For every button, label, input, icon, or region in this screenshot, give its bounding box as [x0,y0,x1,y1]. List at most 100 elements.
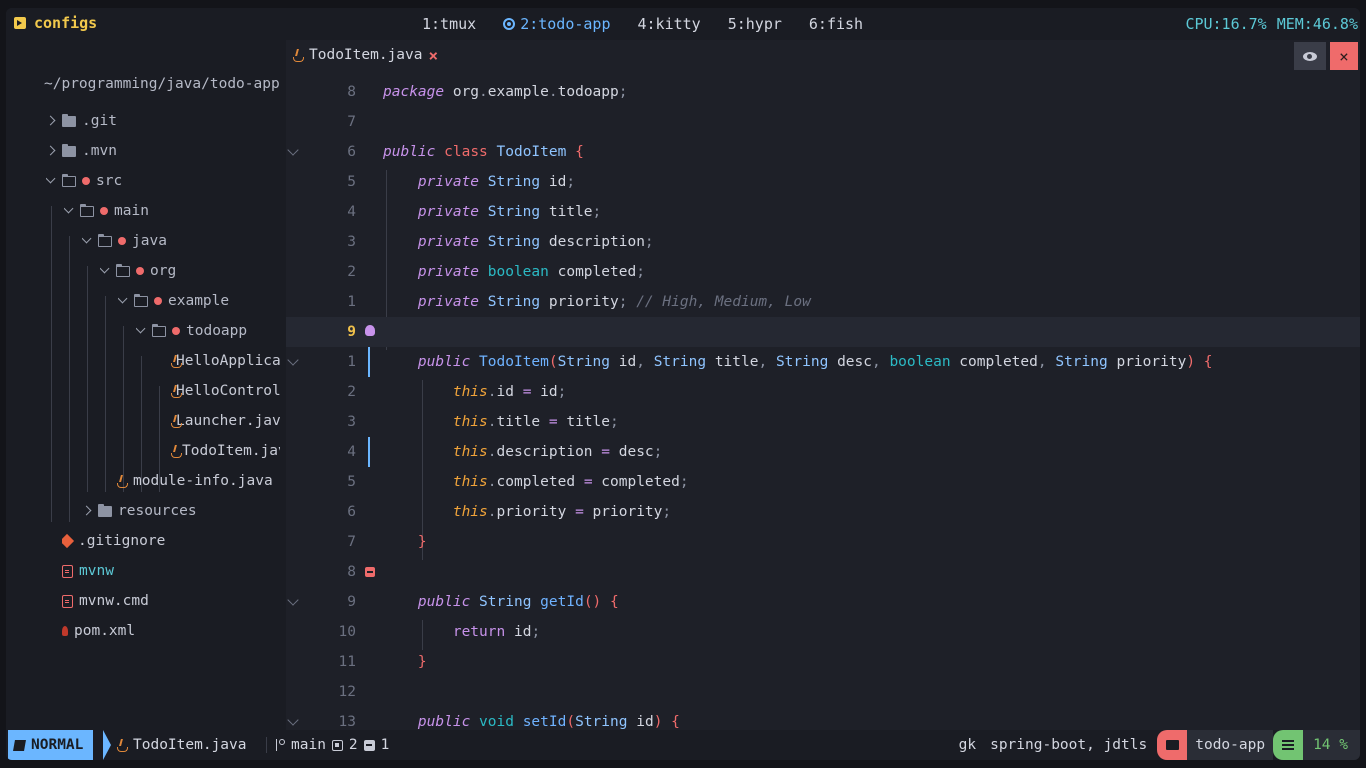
code-line[interactable]: 10 return id; [286,617,1360,647]
session-name: configs [34,14,98,32]
terminal-window: configs 1:tmux 2:todo-app 4:kitty 5:hypr… [6,8,1360,760]
code-text: package org.example.todoapp; [383,84,628,100]
tree-item-label: todoapp [186,323,248,339]
tree-indent-guide [87,266,88,492]
chevron-down-icon [64,206,74,216]
code-text: public TodoItem(String id, String title,… [417,354,1213,370]
file-explorer: ~/programming/java/todo-app .git .mvn sr… [6,40,286,730]
tree-item-git[interactable]: .git [46,110,117,132]
file-icon [62,594,73,608]
code-line[interactable]: 1 private String priority; // High, Medi… [286,287,1360,317]
tree-item-label: resources [118,503,197,519]
tree-item-helloapplication[interactable]: HelloApplication.java [170,350,280,372]
code-action-bulb-icon[interactable] [365,325,375,336]
tree-item-pom[interactable]: pom.xml [62,620,135,642]
code-line[interactable]: 1 public TodoItem(String id, String titl… [286,347,1360,377]
chevron-right-icon [46,116,56,126]
mode-label: NORMAL [31,737,84,753]
git-branch-icon [276,739,285,751]
toggle-visibility-button[interactable] [1294,42,1326,70]
tree-item-main[interactable]: main [64,200,149,222]
status-git-info: main 2 1 [276,730,389,760]
code-text: private boolean completed; [417,264,645,280]
maven-icon [62,626,68,636]
line-number: 9 [347,324,356,340]
tmux-window-fish[interactable]: 6:fish [809,15,863,33]
code-line-current[interactable]: 9 [286,317,1360,347]
code-line[interactable]: 11 } [286,647,1360,677]
code-text: private String title; [417,204,602,220]
code-line[interactable]: 8 package org.example.todoapp; [286,77,1360,107]
line-number: 1 [347,294,356,310]
code-line[interactable]: 2 private boolean completed; [286,257,1360,287]
tree-item-hellocontroller[interactable]: HelloController.java [170,380,280,402]
terminal-icon [14,17,26,29]
code-line[interactable]: 3 private String description; [286,227,1360,257]
code-line[interactable]: 4 this.description = desc; [286,437,1360,467]
tab-close-icon[interactable]: × [429,46,439,65]
active-window-icon [503,18,516,30]
status-right-section: gk spring-boot, jdtls todo-app 14 % [959,730,1360,760]
code-line[interactable]: 6 public class TodoItem { [286,137,1360,167]
java-file-icon [116,475,128,488]
code-line[interactable]: 5 private String id; [286,167,1360,197]
code-text: return id; [452,624,541,640]
tree-indent-guide [51,206,52,522]
tree-item-src[interactable]: src [46,170,122,192]
chevron-down-icon [136,326,146,336]
tree-item-label: .mvn [82,143,117,159]
line-number: 6 [347,504,356,520]
tree-item-label: HelloApplication.java [176,353,280,369]
tree-item-label: .gitignore [78,533,166,549]
code-line[interactable]: 13 public void setId(String id) { [286,707,1360,730]
cpu-usage: CPU:16.7% [1185,15,1267,33]
tmux-session[interactable]: configs [14,14,97,32]
tree-item-launcher[interactable]: Launcher.java [170,410,280,432]
code-line[interactable]: 3 this.title = title; [286,407,1360,437]
folder-open-icon [62,173,76,187]
code-line[interactable]: 5 this.completed = completed; [286,467,1360,497]
folder-icon [62,113,76,127]
tree-item-org[interactable]: org [100,260,176,282]
tmux-window-kitty[interactable]: 4:kitty [638,15,701,33]
tree-item-label: java [132,233,167,249]
code-line[interactable]: 4 private String title; [286,197,1360,227]
line-number: 5 [347,474,356,490]
diagnostic-warning-icon [331,739,343,751]
tmux-window-hypr[interactable]: 5:hypr [728,15,782,33]
code-line[interactable]: 9 public String getId() { [286,587,1360,617]
code-line[interactable]: 7 [286,107,1360,137]
code-line[interactable]: 12 [286,677,1360,707]
chevron-right-icon [82,506,92,516]
close-button[interactable]: × [1330,42,1358,70]
tree-item-java[interactable]: java [82,230,167,252]
tmux-window-todo-app[interactable]: 2:todo-app [503,15,611,33]
code-editor[interactable]: TodoItem.java × × 8 package org.example.t… [286,40,1360,730]
java-file-icon [292,49,304,62]
status-file-label: TodoItem.java [133,737,247,753]
tree-item-todoapp[interactable]: todoapp [136,320,247,342]
code-text: this.title = title; [452,414,619,430]
tab-todoitem[interactable]: TodoItem.java × [292,44,438,66]
code-line[interactable]: 7 } [286,527,1360,557]
tree-item-todoitem[interactable]: TodoItem.java [170,440,280,462]
code-line[interactable]: 2 this.id = id; [286,377,1360,407]
modified-dot-icon [100,207,108,215]
tree-item-mvnw[interactable]: mvnw [62,560,114,582]
folder-open-icon [116,263,130,277]
code-text: } [417,534,427,550]
code-line[interactable]: 6 this.priority = priority; [286,497,1360,527]
line-number: 11 [338,654,356,670]
tree-item-mvn[interactable]: .mvn [46,140,117,162]
tree-item-label: HelloController.java [176,383,280,399]
code-line[interactable]: 8 [286,557,1360,587]
tmux-window-tmux[interactable]: 1:tmux [422,15,476,33]
git-branch: main [291,737,326,753]
tree-item-resources[interactable]: resources [82,500,197,522]
tree-item-gitignore[interactable]: .gitignore [62,530,165,552]
line-number: 4 [347,204,356,220]
tree-item-mvnw-cmd[interactable]: mvnw.cmd [62,590,149,612]
tree-item-module-info[interactable]: module-info.java [116,470,280,492]
tree-item-example[interactable]: example [118,290,229,312]
git-added-marker [368,437,370,467]
